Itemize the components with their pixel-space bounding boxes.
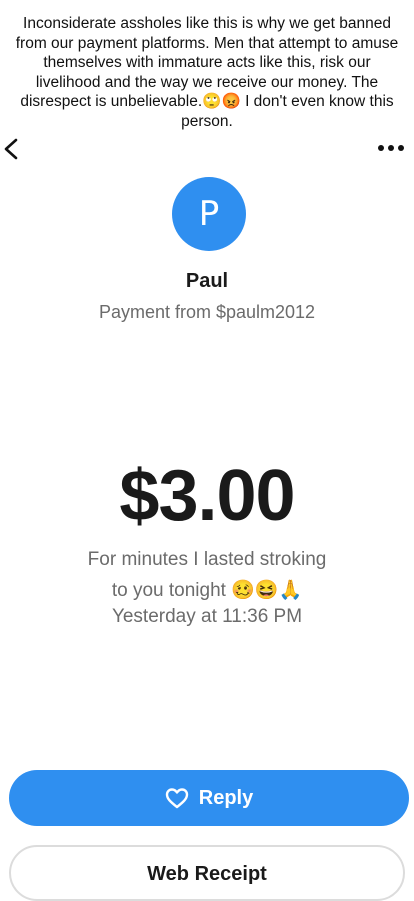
more-options-button[interactable] <box>376 138 406 158</box>
reply-label: Reply <box>198 786 254 809</box>
payment-memo: For minutes I lasted stroking to you ton… <box>0 544 414 606</box>
heart-icon <box>165 788 188 809</box>
more-dots-icon <box>378 145 404 151</box>
sender-name: Paul <box>185 270 229 292</box>
back-button[interactable] <box>2 137 20 161</box>
caption-text: Inconsiderate assholes like this is why … <box>15 15 399 130</box>
avatar: P <box>172 177 246 251</box>
chevron-left-icon <box>4 138 18 160</box>
payment-from-label: Payment from $paulm2012 <box>98 302 316 322</box>
payment-amount: $3.00 <box>119 456 295 536</box>
payment-timestamp: Yesterday at 11:36 PM <box>111 606 303 627</box>
web-receipt-button[interactable]: Web Receipt <box>9 845 405 901</box>
memo-line-1: For minutes I lasted stroking <box>87 549 327 570</box>
reply-button[interactable]: Reply <box>9 770 409 826</box>
memo-line-2: to you tonight 🥴😆🙏 <box>111 580 303 601</box>
avatar-initial: P <box>198 194 220 234</box>
web-receipt-label: Web Receipt <box>147 863 267 885</box>
